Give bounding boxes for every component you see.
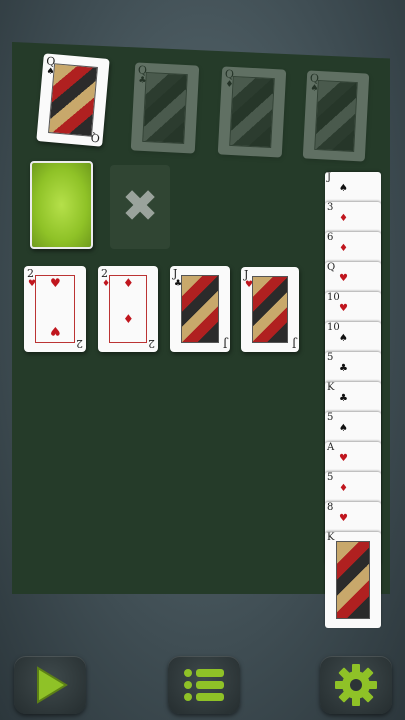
stack-card-suit: ♦ [339, 213, 348, 224]
suit-pip: ♦ [123, 312, 134, 326]
stack-card-rank: 10 [327, 292, 340, 303]
king-face-illustration [336, 541, 370, 619]
waste-slot-empty[interactable]: ✖ [110, 165, 170, 249]
stack-card-suit: ♣ [339, 393, 348, 404]
row-card-1[interactable]: 2 ♥ ♥ ♥ 2 [24, 266, 86, 352]
stack-card-suit: ♥ [339, 273, 348, 284]
stack-card-rank: Q [327, 262, 336, 273]
stack-card-rank: 5 [327, 412, 334, 423]
card-rank: 2 [101, 267, 108, 280]
menu-button[interactable] [168, 656, 240, 714]
suit-pip: ♦ [123, 276, 134, 290]
gear-icon [335, 664, 377, 706]
foundation-slot-1[interactable]: Q ♣ [130, 62, 200, 154]
suit-pip: ♥ [50, 324, 61, 338]
queen-face-illustration [48, 63, 98, 137]
stack-card-suit: ♦ [339, 483, 348, 494]
settings-button[interactable] [320, 656, 392, 714]
row-card-3[interactable]: J ♣ J [170, 266, 230, 352]
stock-pile[interactable] [30, 161, 93, 249]
foundation-slot-3[interactable]: Q ♠ [302, 70, 370, 162]
jack-face-illustration [252, 276, 288, 343]
stack-card-rank: J [327, 172, 332, 183]
suit-pip: ♥ [50, 276, 61, 290]
stack-card-rank: 8 [327, 502, 334, 513]
queen-face-illustration [229, 75, 275, 149]
card-rank-bottom: J [291, 337, 296, 350]
stack-card-rank: K [327, 532, 335, 543]
stack-card-rank: 6 [327, 232, 334, 243]
list-menu-icon [184, 669, 224, 701]
card-rank-bottom: 2 [148, 337, 155, 350]
stack-card-suit: ♠ [339, 333, 348, 344]
queen-face-illustration [142, 71, 188, 145]
stack-card-suit: ♥ [339, 303, 348, 314]
stack-card-suit: ♠ [339, 183, 348, 194]
row-card-2[interactable]: 2 ♦ ♦ ♦ 2 [98, 266, 158, 352]
stack-card-suit: ♣ [339, 363, 348, 374]
stack-card-rank: 3 [327, 202, 334, 213]
foundation-slot-2[interactable]: Q ♦ [217, 66, 287, 158]
stack-card-suit: ♥ [339, 513, 348, 524]
stack-card-rank: 5 [327, 352, 334, 363]
card-rank-bottom: 2 [76, 337, 83, 350]
row-card-4[interactable]: J ♥ J [241, 267, 299, 352]
stack-card-rank: 5 [327, 472, 334, 483]
stack-card[interactable]: K♥ [325, 532, 381, 628]
stack-card-rank: 10 [327, 322, 340, 333]
queen-face-illustration [314, 80, 358, 152]
close-icon: ✖ [121, 181, 159, 232]
stack-card-rank: K [327, 382, 335, 393]
card-rank-bottom: Q [90, 130, 101, 145]
play-button[interactable] [14, 656, 86, 714]
stack-card-suit: ♥ [339, 453, 348, 464]
stack-card-rank: A [327, 442, 335, 453]
stack-card-suit: ♠ [339, 423, 348, 434]
card-queen-spades[interactable]: Q ♠ Q [36, 53, 110, 147]
jack-face-illustration [181, 275, 219, 343]
card-rank-bottom: J [222, 337, 227, 350]
card-rank: 2 [27, 267, 34, 280]
play-icon [37, 666, 68, 704]
card-rank: J [244, 268, 249, 281]
card-rank: J [173, 267, 178, 280]
stack-card-suit: ♦ [339, 243, 348, 254]
